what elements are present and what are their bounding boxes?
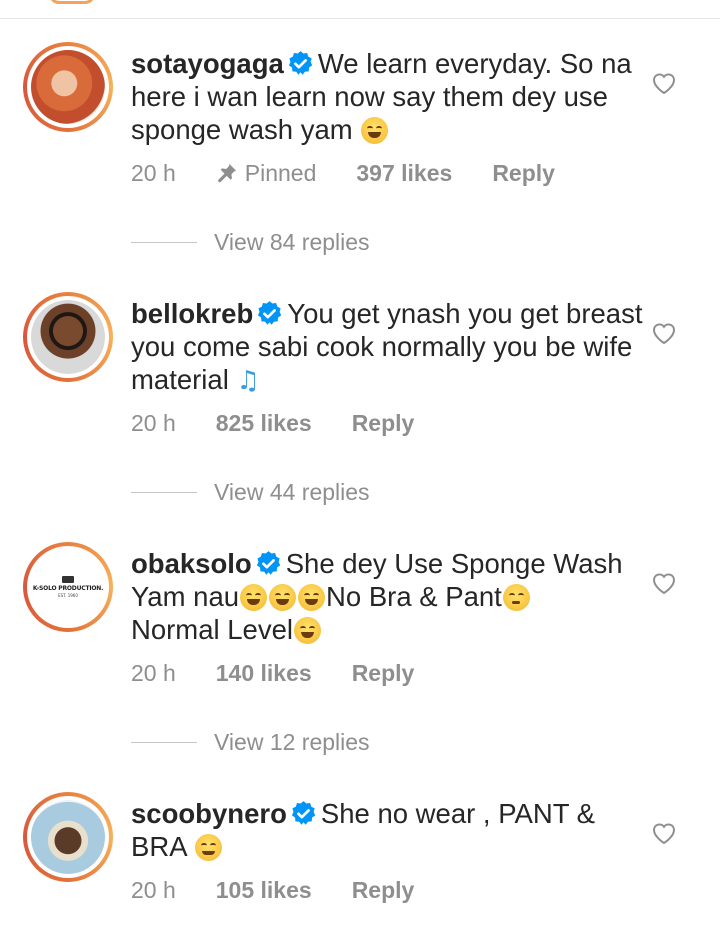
laughing-emoji-icon [361, 117, 389, 144]
comment-time: 20 h [131, 409, 176, 436]
comment-likes[interactable]: 397 likes [356, 160, 452, 187]
pinned-label: Pinned [216, 160, 316, 187]
comment-meta: 20 h 105 likes Reply [131, 875, 414, 905]
comment-username[interactable]: sotayogaga [131, 48, 284, 79]
reply-button[interactable]: Reply [352, 877, 415, 904]
thinking-emoji-icon [502, 584, 530, 611]
view-replies-line [131, 241, 197, 243]
heart-icon[interactable] [651, 321, 677, 345]
comment-time: 20 h [131, 159, 176, 186]
comment-likes[interactable]: 825 likes [216, 410, 312, 437]
comment-username[interactable]: bellokreb [131, 298, 253, 329]
comment-body: sotayogaga We learn everyday. So na here … [131, 47, 651, 146]
camera-icon [62, 576, 74, 583]
comment-text: Normal Level [131, 614, 294, 645]
heart-icon[interactable] [651, 821, 677, 845]
comment-body: scoobynero She no wear , PANT & BRA [131, 797, 651, 863]
avatar-logo: K-SOLO PRODUCTION. EST. 1960 [31, 550, 105, 624]
verified-badge-icon [258, 301, 282, 325]
avatar-photo [31, 50, 105, 124]
view-replies-line [131, 491, 197, 493]
comment-body: bellokreb You get ynash you get breast yo… [131, 297, 651, 398]
verified-badge-icon [256, 551, 280, 575]
heart-icon[interactable] [651, 71, 677, 95]
rolling-laughing-emoji-icon [240, 584, 268, 611]
avatar-photo [31, 300, 105, 374]
comment-username[interactable]: obaksolo [131, 548, 252, 579]
reply-button[interactable]: Reply [352, 660, 415, 687]
reply-button[interactable]: Reply [352, 410, 415, 437]
reply-button[interactable]: Reply [492, 160, 555, 187]
view-replies-button[interactable]: View 84 replies [131, 227, 370, 257]
avatar[interactable] [23, 42, 113, 132]
laughing-emoji-icon [294, 617, 322, 644]
view-replies-button[interactable]: View 44 replies [131, 477, 370, 507]
heart-icon[interactable] [651, 571, 677, 595]
comment-time: 20 h [131, 876, 176, 903]
avatar[interactable]: K-SOLO PRODUCTION. EST. 1960 [23, 542, 113, 632]
verified-badge-icon [288, 51, 313, 75]
comment-username[interactable]: scoobynero [131, 798, 287, 829]
comment-meta: 20 h 825 likes Reply [131, 408, 414, 438]
avatar[interactable] [23, 792, 113, 882]
rolling-laughing-emoji-icon [298, 584, 326, 611]
smiling-emoji-icon [194, 834, 222, 861]
comment-meta: 20 h Pinned 397 likes Reply [131, 158, 555, 188]
divider [0, 18, 720, 19]
pin-icon [217, 163, 236, 183]
comment-text: No Bra & Pant [326, 581, 502, 612]
rolling-laughing-emoji-icon [269, 584, 297, 611]
comment-time: 20 h [131, 659, 176, 686]
verified-badge-icon [291, 801, 316, 825]
avatar[interactable] [23, 292, 113, 382]
previous-avatar-ring [49, 0, 95, 4]
comment-likes[interactable]: 140 likes [216, 660, 312, 687]
comment-meta: 20 h 140 likes Reply [131, 658, 414, 688]
comment-body: obaksolo She dey Use Sponge Wash Yam nau N… [131, 547, 651, 646]
comment-likes[interactable]: 105 likes [216, 877, 312, 904]
avatar-photo [31, 800, 105, 874]
view-replies-line [131, 741, 197, 743]
view-replies-button[interactable]: View 12 replies [131, 727, 370, 757]
music-notes-icon: ♫ [236, 366, 260, 396]
